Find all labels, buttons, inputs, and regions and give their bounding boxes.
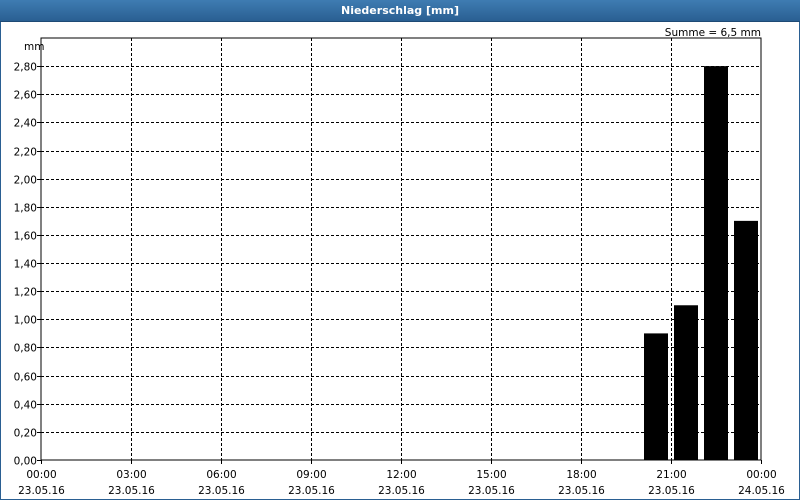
x-tick-date-label: 23.05.16 [468, 485, 515, 497]
precipitation-chart: mm Summe = 6,5 mm 0,000,200,400,600,801,… [14, 27, 786, 497]
precipitation-bar [674, 305, 698, 460]
x-tick-time-label: 21:00 [656, 469, 686, 481]
x-tick-date-label: 23.05.16 [198, 485, 245, 497]
x-tick-time-label: 06:00 [206, 469, 236, 481]
y-tick-label: 2,80 [14, 62, 37, 74]
x-tick-date-label: 23.05.16 [648, 485, 695, 497]
x-tick-date-label: 23.05.16 [288, 485, 335, 497]
y-tick-label: 1,60 [14, 231, 37, 243]
x-tick-time-label: 03:00 [116, 469, 146, 481]
sum-annotation: Summe = 6,5 mm [665, 27, 761, 39]
y-tick-label: 0,40 [14, 400, 37, 412]
precipitation-bar [644, 333, 668, 460]
y-tick-label: 0,20 [14, 428, 37, 440]
x-tick-date-label: 23.05.16 [108, 485, 155, 497]
x-tick-date-label: 24.05.16 [738, 485, 785, 497]
y-tick-label: 1,00 [14, 315, 37, 327]
x-tick-time-label: 00:00 [26, 469, 56, 481]
x-tick-date-label: 23.05.16 [18, 485, 65, 497]
y-tick-label: 2,60 [14, 90, 37, 102]
x-tick-date-label: 23.05.16 [558, 485, 605, 497]
y-tick-label: 2,20 [14, 147, 37, 159]
x-tick-time-label: 15:00 [476, 469, 506, 481]
x-tick-time-label: 00:00 [746, 469, 776, 481]
y-tick-label: 0,80 [14, 343, 37, 355]
y-tick-label: 0,60 [14, 372, 37, 384]
y-tick-label: 1,20 [14, 287, 37, 299]
y-tick-label: 0,00 [14, 456, 37, 468]
x-tick-time-label: 12:00 [386, 469, 416, 481]
y-tick-label: 2,40 [14, 118, 37, 130]
y-tick-label: 2,00 [14, 175, 37, 187]
y-tick-label: 1,40 [14, 259, 37, 271]
x-tick-date-label: 23.05.16 [378, 485, 425, 497]
x-tick-time-label: 18:00 [566, 469, 596, 481]
y-tick-label: 1,80 [14, 203, 37, 215]
precipitation-bar [734, 220, 758, 460]
x-tick-time-label: 09:00 [296, 469, 326, 481]
precipitation-bar [704, 66, 728, 460]
